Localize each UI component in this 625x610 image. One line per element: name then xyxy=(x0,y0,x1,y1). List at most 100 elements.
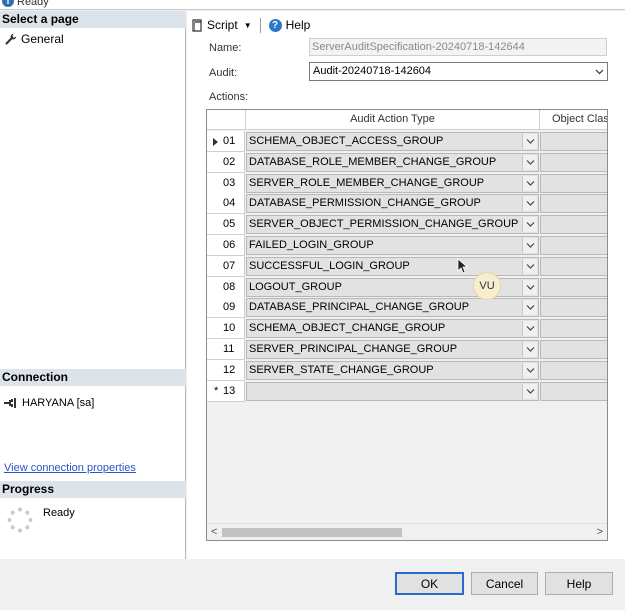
object-class-cell[interactable] xyxy=(540,360,607,380)
chevron-down-icon[interactable] xyxy=(522,321,537,337)
horizontal-scrollbar[interactable]: < > xyxy=(207,523,607,540)
object-class-cell[interactable] xyxy=(540,236,607,255)
audit-action-type-value: LOGOUT_GROUP xyxy=(249,280,342,293)
chevron-down-icon[interactable] xyxy=(522,175,537,191)
table-row[interactable]: 01 SCHEMA_OBJECT_ACCESS_GROUP xyxy=(207,131,607,152)
ok-button[interactable]: OK xyxy=(395,572,464,595)
chevron-down-icon[interactable] xyxy=(522,258,537,274)
row-index[interactable]: 02 xyxy=(207,151,245,173)
table-row[interactable]: 10 SCHEMA_OBJECT_CHANGE_GROUP xyxy=(207,318,607,340)
audit-action-type-cell[interactable] xyxy=(246,381,539,401)
row-index[interactable]: 12 xyxy=(207,359,245,381)
audit-action-type-cell[interactable]: SERVER_STATE_CHANGE_GROUP xyxy=(246,360,539,380)
table-row[interactable]: * 13 xyxy=(207,380,607,402)
object-class-cell[interactable] xyxy=(540,173,607,193)
chevron-down-icon[interactable] xyxy=(522,134,537,149)
chevron-down-icon[interactable] xyxy=(522,383,537,399)
page-item-general[interactable]: General xyxy=(5,32,64,46)
chevron-down-icon[interactable] xyxy=(522,217,537,233)
mouse-cursor-icon xyxy=(457,258,469,274)
object-class-cell[interactable] xyxy=(540,340,607,359)
table-row[interactable]: 04 DATABASE_PERMISSION_CHANGE_GROUP xyxy=(207,193,607,215)
help-icon: ? xyxy=(268,18,282,32)
row-index[interactable]: 04 xyxy=(207,193,245,215)
row-index[interactable]: 03 xyxy=(207,172,245,194)
row-index[interactable]: 06 xyxy=(207,235,245,256)
scroll-left-icon[interactable]: < xyxy=(211,526,217,538)
audit-action-type-cell[interactable]: DATABASE_PERMISSION_CHANGE_GROUP xyxy=(246,194,539,214)
table-row[interactable]: 11 SERVER_PRINCIPAL_CHANGE_GROUP xyxy=(207,339,607,360)
audit-action-type-value: SERVER_ROLE_MEMBER_CHANGE_GROUP xyxy=(249,176,485,189)
audit-action-type-cell[interactable]: SUCCESSFUL_LOGIN_GROUP xyxy=(246,256,539,276)
object-class-cell[interactable] xyxy=(540,381,607,401)
object-class-cell[interactable] xyxy=(540,319,607,339)
chevron-down-icon[interactable]: ▼ xyxy=(244,21,252,30)
table-row[interactable]: 12 SERVER_STATE_CHANGE_GROUP xyxy=(207,359,607,381)
user-badge: VU xyxy=(473,272,501,300)
row-index[interactable]: 07 xyxy=(207,255,245,277)
row-number: 03 xyxy=(223,176,236,189)
row-index[interactable]: 10 xyxy=(207,318,245,340)
row-number: 05 xyxy=(223,218,236,231)
object-class-cell[interactable] xyxy=(540,256,607,276)
table-row[interactable]: 05 SERVER_OBJECT_PERMISSION_CHANGE_GROUP xyxy=(207,214,607,236)
audit-action-type-cell[interactable]: SERVER_PRINCIPAL_CHANGE_GROUP xyxy=(246,340,539,359)
row-index[interactable]: 08 xyxy=(207,276,245,298)
object-class-cell[interactable] xyxy=(540,152,607,172)
audit-action-type-cell[interactable]: SERVER_ROLE_MEMBER_CHANGE_GROUP xyxy=(246,173,539,193)
left-pane: Select a page General Connection HARYANA… xyxy=(0,11,186,559)
audit-action-type-value: SERVER_OBJECT_PERMISSION_CHANGE_GROUP xyxy=(249,218,519,231)
name-field: ServerAuditSpecification-20240718-142644 xyxy=(309,38,607,56)
script-button[interactable]: Script ▼ xyxy=(187,18,256,32)
actions-grid: Audit Action Type Object Class 01 SCHEMA_… xyxy=(206,109,608,541)
object-class-cell[interactable] xyxy=(540,298,607,318)
wrench-icon xyxy=(5,33,17,45)
chevron-down-icon[interactable] xyxy=(522,342,537,357)
table-row[interactable]: 07 SUCCESSFUL_LOGIN_GROUP xyxy=(207,255,607,277)
chevron-down-icon[interactable] xyxy=(522,238,537,253)
audit-label: Audit: xyxy=(209,67,238,79)
chevron-down-icon[interactable] xyxy=(522,196,537,212)
column-header-audit-action-type[interactable]: Audit Action Type xyxy=(246,110,540,130)
chevron-down-icon[interactable] xyxy=(522,362,537,378)
row-index[interactable]: * 13 xyxy=(207,380,245,402)
scrollbar-thumb[interactable] xyxy=(222,528,402,537)
scroll-right-icon[interactable]: > xyxy=(597,526,603,538)
table-row[interactable]: 08 LOGOUT_GROUP xyxy=(207,276,607,298)
row-index[interactable]: 11 xyxy=(207,339,245,360)
row-header-corner xyxy=(207,110,246,130)
chevron-down-icon[interactable] xyxy=(522,154,537,170)
row-number: 01 xyxy=(223,135,236,147)
table-row[interactable]: 06 FAILED_LOGIN_GROUP xyxy=(207,235,607,256)
row-index[interactable]: 09 xyxy=(207,297,245,319)
audit-action-type-cell[interactable]: SERVER_OBJECT_PERMISSION_CHANGE_GROUP xyxy=(246,215,539,235)
chevron-down-icon[interactable] xyxy=(522,279,537,295)
row-index[interactable]: 01 xyxy=(207,131,245,152)
script-icon xyxy=(192,18,202,32)
audit-action-type-cell[interactable]: SCHEMA_OBJECT_ACCESS_GROUP xyxy=(246,132,539,151)
chevron-down-icon[interactable] xyxy=(522,300,537,316)
audit-action-type-cell[interactable]: SCHEMA_OBJECT_CHANGE_GROUP xyxy=(246,319,539,339)
row-number: 07 xyxy=(223,259,236,272)
row-index[interactable]: 05 xyxy=(207,214,245,236)
table-row[interactable]: 03 SERVER_ROLE_MEMBER_CHANGE_GROUP xyxy=(207,172,607,194)
audit-action-type-value: DATABASE_ROLE_MEMBER_CHANGE_GROUP xyxy=(249,155,497,168)
audit-select[interactable]: Audit-20240718-142604 xyxy=(309,62,608,81)
cancel-button[interactable]: Cancel xyxy=(471,572,538,595)
object-class-cell[interactable] xyxy=(540,194,607,214)
row-number: 04 xyxy=(223,197,236,210)
object-class-cell[interactable] xyxy=(540,132,607,151)
audit-action-type-cell[interactable]: DATABASE_ROLE_MEMBER_CHANGE_GROUP xyxy=(246,152,539,172)
audit-action-type-cell[interactable]: FAILED_LOGIN_GROUP xyxy=(246,236,539,255)
help-toolbar-button[interactable]: ? Help xyxy=(265,18,315,32)
object-class-cell[interactable] xyxy=(540,277,607,297)
object-class-cell[interactable] xyxy=(540,215,607,235)
audit-action-type-cell[interactable]: DATABASE_PRINCIPAL_CHANGE_GROUP xyxy=(246,298,539,318)
progress-header: Progress xyxy=(0,481,186,498)
table-row[interactable]: 09 DATABASE_PRINCIPAL_CHANGE_GROUP xyxy=(207,297,607,319)
column-header-object-class[interactable]: Object Class xyxy=(540,110,607,130)
table-row[interactable]: 02 DATABASE_ROLE_MEMBER_CHANGE_GROUP xyxy=(207,151,607,173)
view-connection-properties-link[interactable]: View connection properties xyxy=(4,462,136,474)
help-button[interactable]: Help xyxy=(545,572,613,595)
audit-action-type-value: DATABASE_PERMISSION_CHANGE_GROUP xyxy=(249,197,481,210)
